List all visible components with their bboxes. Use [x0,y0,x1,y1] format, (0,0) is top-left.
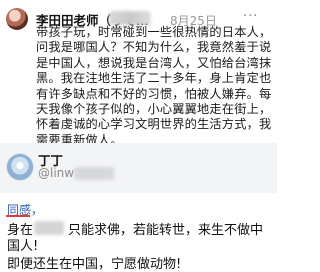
more-options-icon[interactable]: ··· [243,9,258,24]
comment-line3: 即便还生在中国，宁愿做动物! [7,257,182,272]
post-body: 带孩子玩，时常碰到一些很热情的日本人，问我是哪国人？不知为什么，我竟然羞于说是中… [36,25,272,147]
redacted-handle-blur [74,167,114,180]
redacted-location-blur [34,221,64,235]
author-avatar[interactable] [6,8,28,30]
comment-line2: 国人! [7,239,39,254]
quoted-user-handle: @linw [38,166,75,180]
red-underline-mark [6,215,30,217]
quoted-user-avatar[interactable] [6,153,34,181]
comment-line1-end: 只能求佛，若能转世，来生不做中 [68,223,264,238]
redacted-name-blur [109,11,151,25]
